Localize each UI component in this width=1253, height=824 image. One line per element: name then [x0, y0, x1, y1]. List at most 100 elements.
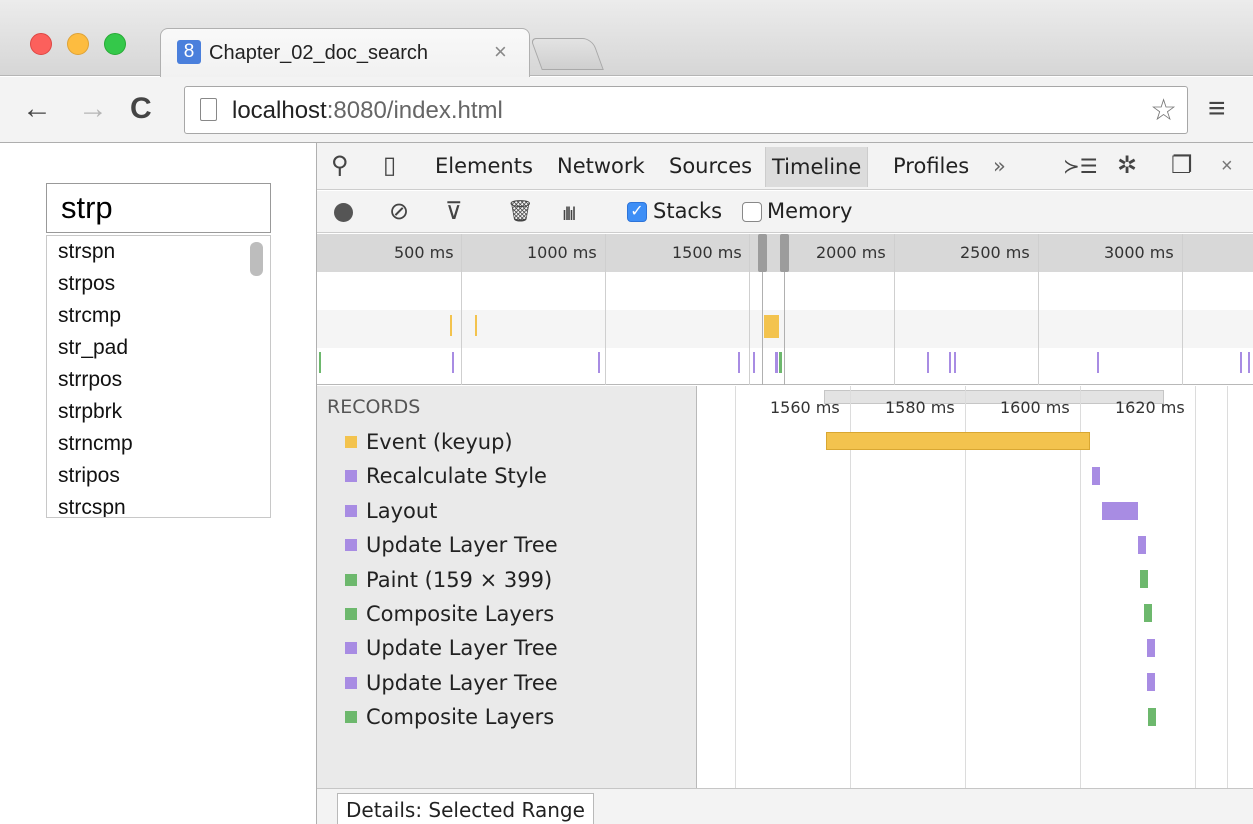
record-button[interactable] [334, 203, 353, 222]
minimize-window-button[interactable] [67, 33, 89, 55]
devtools-tabbar: ⚲ ▯ Elements Network Sources Timeline Pr… [317, 143, 1253, 190]
record-label: Update Layer Tree [366, 670, 558, 695]
overview-tick-label: 3000 ms [1104, 243, 1174, 262]
record-row[interactable]: Layout [345, 499, 437, 529]
overview-tick-label: 2500 ms [960, 243, 1030, 262]
browser-tab[interactable]: 8 Chapter_02_doc_search × [160, 28, 530, 77]
console-drawer-icon[interactable]: ≻☰ [1063, 154, 1098, 179]
tab-sources[interactable]: Sources [669, 154, 752, 178]
overview-rendering-mark [1097, 352, 1099, 373]
overview-gridline [461, 234, 462, 385]
address-bar[interactable]: localhost:8080/index.html ☆ [184, 86, 1188, 134]
record-label: Event (keyup) [366, 430, 513, 454]
result-item[interactable]: str_pad [47, 332, 270, 364]
composite-layers-bar[interactable] [1144, 604, 1152, 622]
record-row[interactable]: Composite Layers [345, 602, 554, 632]
memory-checkbox[interactable] [742, 202, 762, 222]
overview-band [317, 310, 1253, 348]
timeline-controls: ⊘ ⊽ 🗑 ıllıl ✓ Stacks Memory [317, 191, 1253, 233]
result-item[interactable]: strpos [47, 268, 270, 300]
search-input[interactable]: strp [46, 183, 271, 233]
flame-gridline [1195, 386, 1196, 788]
selection-right-handle[interactable] [780, 234, 789, 272]
details-bar: Details: Selected Range [317, 788, 1253, 824]
record-row[interactable]: Paint (159 × 399) [345, 568, 552, 598]
result-item[interactable]: stripos [47, 460, 270, 492]
event-keyup-bar[interactable] [826, 432, 1090, 450]
details-tab[interactable]: Details: Selected Range [337, 793, 594, 824]
result-item[interactable]: strspn [47, 236, 270, 268]
flame-range-indicator [824, 390, 1164, 404]
search-icon[interactable]: ⚲ [331, 151, 349, 180]
reload-button[interactable]: C [130, 91, 152, 127]
selection-left-line [762, 272, 763, 385]
layout-bar[interactable] [1102, 502, 1138, 520]
overview-rendering-mark [775, 352, 778, 373]
flame-gridline [1227, 386, 1228, 788]
dock-side-icon[interactable]: ❐ [1171, 151, 1193, 180]
tab-profiles[interactable]: Profiles [893, 154, 969, 178]
record-row[interactable]: Update Layer Tree [345, 671, 558, 701]
close-devtools-icon[interactable]: × [1221, 155, 1233, 178]
clear-icon[interactable]: ⊘ [389, 197, 409, 227]
result-item[interactable]: strpbrk [47, 396, 270, 428]
tab-network[interactable]: Network [557, 154, 645, 178]
close-window-button[interactable] [30, 33, 52, 55]
overview-rendering-mark [598, 352, 600, 373]
record-row[interactable]: Update Layer Tree [345, 533, 558, 563]
forward-button[interactable]: → [78, 91, 108, 127]
update-layer-tree-bar[interactable] [1147, 673, 1155, 691]
settings-gear-icon[interactable]: ✲ [1117, 151, 1137, 180]
record-color-swatch [345, 676, 357, 689]
url-host: localhost [232, 97, 327, 124]
record-row[interactable]: Event (keyup) [345, 430, 513, 460]
composite-layers-bar[interactable] [1148, 708, 1156, 726]
record-row[interactable]: Recalculate Style [345, 464, 547, 494]
selection-right-line [784, 272, 785, 385]
update-layer-tree-bar[interactable] [1138, 536, 1146, 554]
stacks-checkbox[interactable]: ✓ [627, 202, 647, 222]
timeline-overview[interactable]: 500 ms 1000 ms 1500 ms 2000 ms 2500 ms 3… [317, 234, 1253, 385]
device-mode-icon[interactable]: ▯ [383, 151, 396, 180]
result-item[interactable]: strcspn [47, 492, 270, 517]
overview-gridline [749, 234, 750, 385]
trash-icon[interactable]: 🗑 [507, 197, 534, 227]
record-row[interactable]: Update Layer Tree [345, 636, 558, 666]
overview-tick-label: 1000 ms [527, 243, 597, 262]
hamburger-menu-icon[interactable]: ≡ [1208, 92, 1226, 126]
record-label: Composite Layers [366, 602, 555, 626]
recalculate-style-bar[interactable] [1092, 467, 1100, 485]
back-button[interactable]: ← [22, 91, 52, 127]
url-text[interactable]: localhost:8080/index.html [232, 97, 503, 125]
close-tab-icon[interactable]: × [494, 39, 507, 65]
filter-icon[interactable]: ⊽ [445, 197, 463, 227]
overview-rendering-mark [1248, 352, 1250, 373]
results-list[interactable]: strspn strpos strcmp str_pad strrpos strpbrk s… [46, 235, 271, 518]
record-color-swatch [345, 436, 357, 448]
update-layer-tree-bar[interactable] [1147, 639, 1155, 657]
result-item[interactable]: strrpos [47, 364, 270, 396]
flame-tick-label: 1620 ms [1115, 398, 1185, 417]
overview-rendering-mark [1240, 352, 1242, 373]
record-color-swatch [345, 711, 357, 724]
records-flame-chart[interactable]: 1560 ms 1580 ms 1600 ms 1620 ms [698, 386, 1253, 788]
record-row[interactable]: Composite Layers [345, 705, 554, 735]
record-color-swatch [345, 504, 357, 517]
more-tabs-icon[interactable]: » [993, 154, 1006, 178]
tab-elements[interactable]: Elements [435, 154, 533, 178]
zoom-window-button[interactable] [104, 33, 126, 55]
selection-left-handle[interactable] [758, 234, 767, 272]
result-item[interactable]: strcmp [47, 300, 270, 332]
tab-timeline[interactable]: Timeline [765, 147, 869, 187]
result-item[interactable]: strncmp [47, 428, 270, 460]
bookmark-star-icon[interactable]: ☆ [1150, 93, 1177, 128]
record-label: Update Layer Tree [366, 636, 558, 661]
memory-label: Memory [767, 199, 853, 223]
summary-bars-icon[interactable]: ıllıl [562, 199, 576, 229]
paint-bar[interactable] [1140, 570, 1148, 588]
results-scrollbar[interactable] [250, 242, 263, 276]
new-tab-button[interactable] [530, 38, 604, 70]
tab-strip: 8 Chapter_02_doc_search × [0, 0, 1253, 77]
record-color-swatch [345, 470, 357, 483]
flame-tick-label: 1580 ms [885, 398, 955, 417]
